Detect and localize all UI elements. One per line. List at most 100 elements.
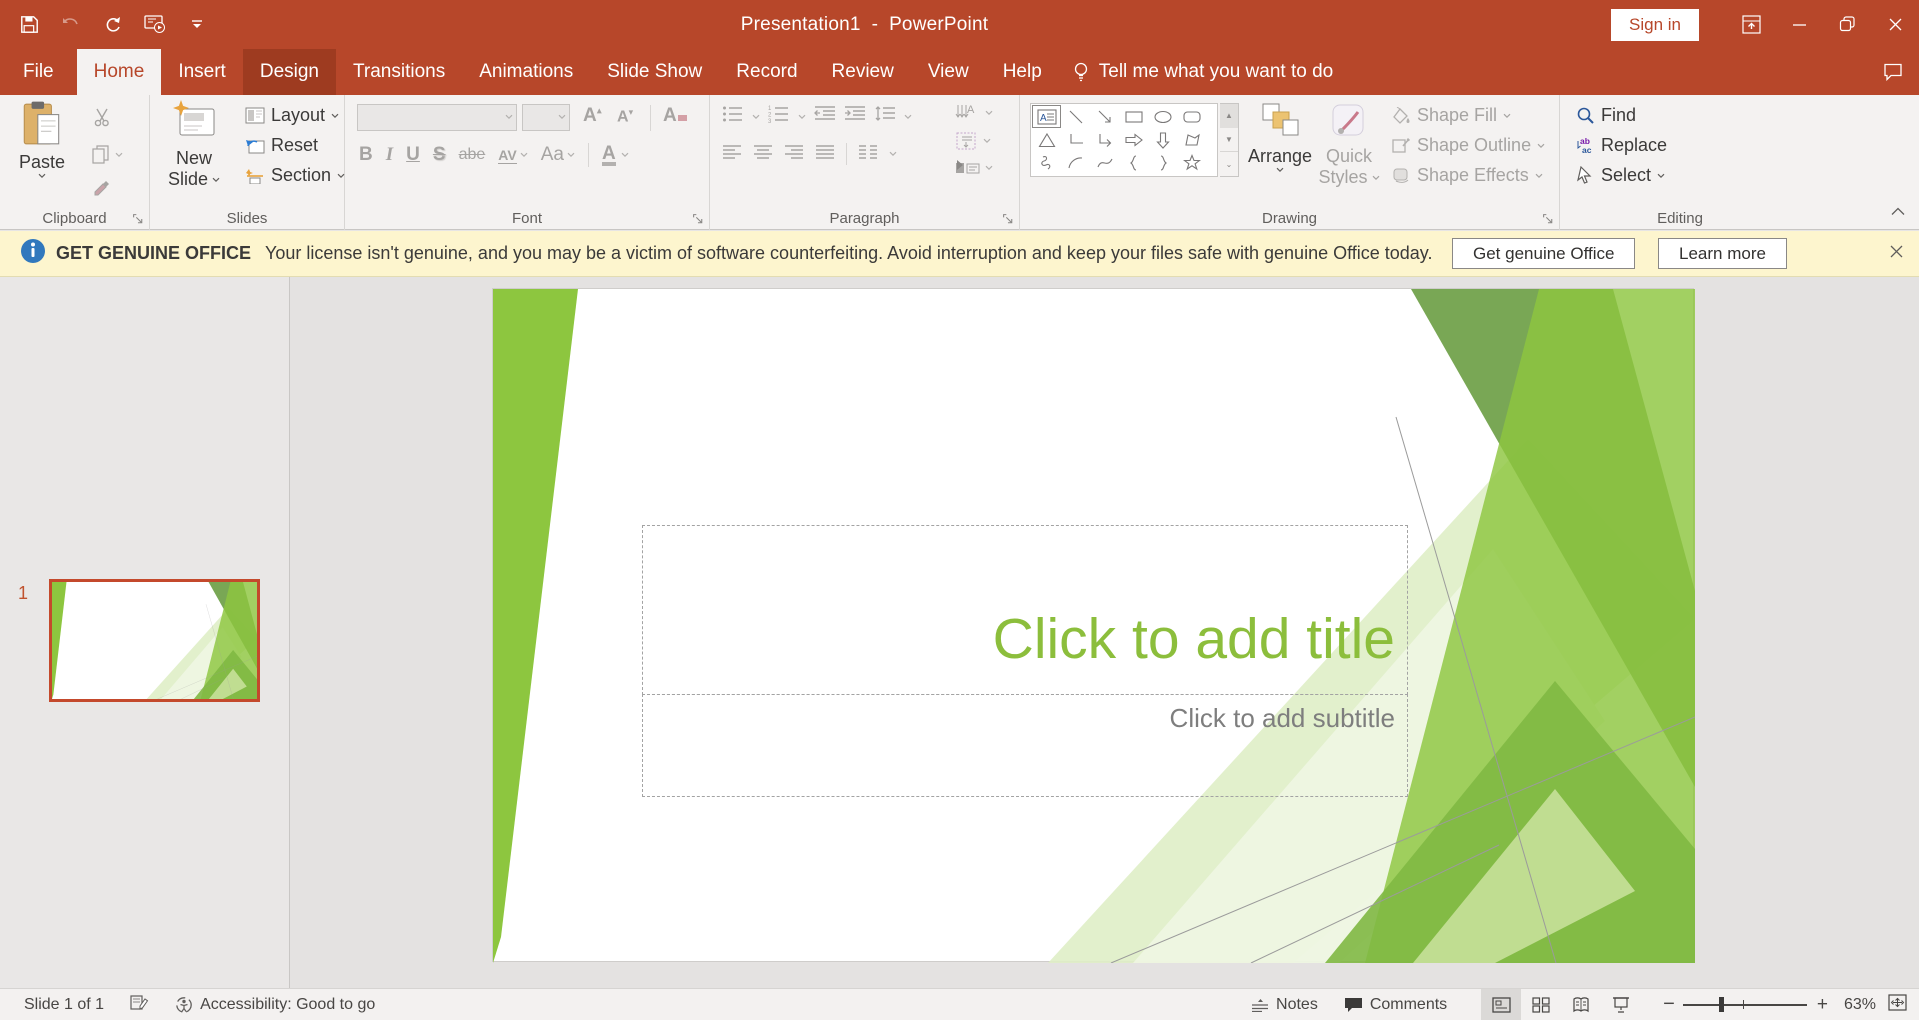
view-slide-sorter-button[interactable]: [1521, 989, 1561, 1020]
align-left-icon[interactable]: [722, 144, 742, 165]
strikethrough-icon[interactable]: S: [433, 144, 446, 166]
font-name-combo[interactable]: [357, 104, 517, 131]
shape-star-icon[interactable]: [1177, 151, 1206, 174]
line-spacing-icon[interactable]: [874, 105, 896, 128]
tab-insert[interactable]: Insert: [161, 49, 243, 95]
comments-toggle[interactable]: Comments: [1344, 996, 1447, 1014]
tab-home[interactable]: Home: [77, 49, 162, 95]
close-button[interactable]: [1871, 0, 1919, 49]
character-spacing-icon[interactable]: AV: [498, 147, 527, 164]
shape-elbow-icon[interactable]: [1061, 128, 1090, 151]
slide-counter[interactable]: Slide 1 of 1: [24, 996, 104, 1014]
increase-indent-icon[interactable]: [844, 105, 866, 128]
tab-file[interactable]: File: [0, 49, 77, 95]
shape-oval-icon[interactable]: [1148, 105, 1177, 128]
view-reading-button[interactable]: [1561, 989, 1601, 1020]
underline-icon[interactable]: U: [406, 144, 420, 166]
font-size-combo[interactable]: [522, 104, 570, 131]
subtitle-placeholder[interactable]: Click to add subtitle: [642, 694, 1408, 797]
find-button[interactable]: Find: [1576, 105, 1667, 126]
undo-icon[interactable]: [52, 6, 90, 44]
align-text-icon[interactable]: [955, 131, 991, 151]
strikethrough2-icon[interactable]: abe: [459, 146, 486, 164]
tell-me-box[interactable]: Tell me what you want to do: [1059, 49, 1333, 95]
notification-close-icon[interactable]: [1890, 245, 1903, 263]
shape-triangle-icon[interactable]: [1032, 128, 1061, 151]
shape-curve-icon[interactable]: [1090, 151, 1119, 174]
clear-formatting-icon[interactable]: A: [663, 105, 687, 127]
new-slide-button[interactable]: NewSlide: [158, 100, 230, 208]
shape-freeform-icon[interactable]: [1177, 128, 1206, 151]
font-color-icon[interactable]: A: [602, 145, 629, 166]
text-direction-icon[interactable]: A: [955, 103, 993, 123]
slide-canvas[interactable]: Click to add title Click to add subtitle: [492, 288, 1694, 962]
grow-font-icon[interactable]: A▴: [583, 105, 602, 127]
paste-button[interactable]: Paste: [6, 100, 78, 208]
zoom-slider[interactable]: [1683, 989, 1807, 1020]
align-center-icon[interactable]: [753, 144, 773, 165]
restore-button[interactable]: [1823, 0, 1871, 49]
justify-icon[interactable]: [815, 144, 835, 165]
zoom-out-icon[interactable]: −: [1655, 993, 1683, 1016]
notes-pen-icon[interactable]: [130, 994, 149, 1016]
shape-rectangle-icon[interactable]: [1119, 105, 1148, 128]
tab-animations[interactable]: Animations: [462, 49, 590, 95]
shape-line-icon[interactable]: [1061, 105, 1090, 128]
notes-toggle[interactable]: Notes: [1251, 996, 1318, 1014]
title-placeholder[interactable]: Click to add title: [642, 525, 1408, 695]
comments-pane-icon[interactable]: [1883, 49, 1903, 95]
shape-rounded-rectangle-icon[interactable]: [1177, 105, 1206, 128]
learn-more-button[interactable]: Learn more: [1658, 238, 1787, 269]
view-normal-button[interactable]: [1481, 989, 1521, 1020]
shape-scribble-icon[interactable]: [1032, 151, 1061, 174]
copy-icon[interactable]: [92, 145, 123, 165]
tab-record[interactable]: Record: [719, 49, 814, 95]
shapes-gallery-scrollbar[interactable]: ▲ ▼ ⌄: [1220, 103, 1239, 177]
format-painter-icon[interactable]: [92, 178, 123, 201]
shape-brace-left-icon[interactable]: [1119, 151, 1148, 174]
shape-outline-button[interactable]: Shape Outline: [1392, 135, 1545, 156]
accessibility-checker[interactable]: Accessibility: Good to go: [175, 996, 375, 1014]
section-button[interactable]: Section: [245, 165, 345, 186]
get-genuine-office-button[interactable]: Get genuine Office: [1452, 238, 1635, 269]
shape-arrow-right-icon[interactable]: [1119, 128, 1148, 151]
arrange-button[interactable]: Arrange: [1248, 100, 1312, 208]
shape-arc-icon[interactable]: [1061, 151, 1090, 174]
tab-transitions[interactable]: Transitions: [336, 49, 462, 95]
shrink-font-icon[interactable]: A▾: [617, 107, 633, 126]
shape-effects-button[interactable]: Shape Effects: [1392, 165, 1545, 186]
decrease-indent-icon[interactable]: [814, 105, 836, 128]
shape-brace-right-icon[interactable]: [1148, 151, 1177, 174]
replace-button[interactable]: abac Replace: [1576, 135, 1667, 156]
fit-slide-to-window-icon[interactable]: [1888, 994, 1907, 1016]
shape-arrow-down-icon[interactable]: [1148, 128, 1177, 151]
select-button[interactable]: Select: [1576, 165, 1667, 186]
change-case-icon[interactable]: Aa: [541, 144, 575, 166]
shape-fill-button[interactable]: Shape Fill: [1392, 105, 1545, 126]
shape-text-box-icon[interactable]: A: [1032, 105, 1061, 128]
numbering-icon[interactable]: 123: [768, 105, 790, 128]
collapse-ribbon-icon[interactable]: [1891, 203, 1905, 221]
zoom-level[interactable]: 63%: [1844, 996, 1876, 1014]
columns-icon[interactable]: [858, 144, 878, 165]
convert-smartart-icon[interactable]: [955, 159, 993, 177]
reset-button[interactable]: Reset: [245, 135, 345, 156]
cut-icon[interactable]: [92, 107, 123, 132]
minimize-button[interactable]: [1775, 0, 1823, 49]
start-slideshow-icon[interactable]: [136, 6, 174, 44]
zoom-in-icon[interactable]: +: [1807, 994, 1838, 1016]
layout-button[interactable]: Layout: [245, 105, 345, 126]
tab-design[interactable]: Design: [243, 49, 336, 95]
bullets-icon[interactable]: [722, 105, 744, 128]
ribbon-display-options-icon[interactable]: [1727, 0, 1775, 49]
italic-icon[interactable]: I: [386, 144, 393, 166]
tab-help[interactable]: Help: [986, 49, 1059, 95]
slide-thumbnail[interactable]: [49, 579, 260, 702]
shape-elbow-arrow-icon[interactable]: [1090, 128, 1119, 151]
redo-icon[interactable]: [94, 6, 132, 44]
tab-slide-show[interactable]: Slide Show: [590, 49, 719, 95]
tab-review[interactable]: Review: [815, 49, 911, 95]
sign-in-button[interactable]: Sign in: [1611, 9, 1699, 41]
tab-view[interactable]: View: [911, 49, 986, 95]
save-icon[interactable]: [10, 6, 48, 44]
